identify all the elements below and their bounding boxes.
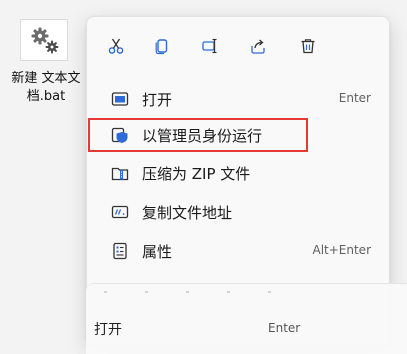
cut-button[interactable]	[99, 29, 133, 63]
open-icon	[111, 92, 129, 106]
share-icon	[251, 39, 265, 54]
menu-item-compress-zip[interactable]: 压缩为 ZIP 文件	[91, 155, 385, 191]
gear-file-icon	[20, 19, 68, 61]
delete-button[interactable]	[291, 29, 325, 63]
menu-item-label: 复制文件地址	[142, 204, 233, 222]
cut-icon	[108, 38, 124, 54]
desktop-file-bat[interactable]: 新建 文本文 档.bat	[0, 0, 100, 130]
menu-item-open[interactable]: 打开 Enter	[91, 81, 385, 117]
quick-actions-row	[87, 29, 389, 63]
ghost-menu-fragment: 打开 Enter	[86, 283, 407, 354]
ghost-open-label: 打开	[94, 322, 122, 338]
menu-item-copy-path[interactable]: 复制文件地址	[91, 194, 385, 230]
zip-icon	[111, 167, 129, 181]
menu-item-label: 属性	[142, 243, 173, 261]
delete-icon	[301, 39, 315, 54]
rename-button[interactable]	[193, 29, 227, 63]
file-name-label: 新建 文本文 档.bat	[0, 70, 92, 106]
menu-item-shortcut: Alt+Enter	[312, 243, 371, 257]
copy-icon	[155, 39, 168, 55]
quick-actions-ghost	[104, 291, 284, 293]
copy-path-icon	[111, 205, 129, 219]
menu-item-shortcut: Enter	[338, 91, 371, 105]
properties-icon	[113, 242, 127, 260]
highlight-box	[88, 118, 308, 152]
menu-item-label: 打开	[142, 91, 173, 109]
rename-icon	[202, 38, 217, 54]
ghost-open-shortcut: Enter	[268, 321, 301, 335]
copy-button[interactable]	[145, 29, 179, 63]
file-name-line2: 档.bat	[26, 89, 66, 104]
menu-item-label: 压缩为 ZIP 文件	[142, 165, 251, 183]
share-button[interactable]	[241, 29, 275, 63]
menu-item-properties[interactable]: 属性 Alt+Enter	[91, 233, 385, 269]
file-name-line1: 新建 文本文	[11, 71, 81, 86]
